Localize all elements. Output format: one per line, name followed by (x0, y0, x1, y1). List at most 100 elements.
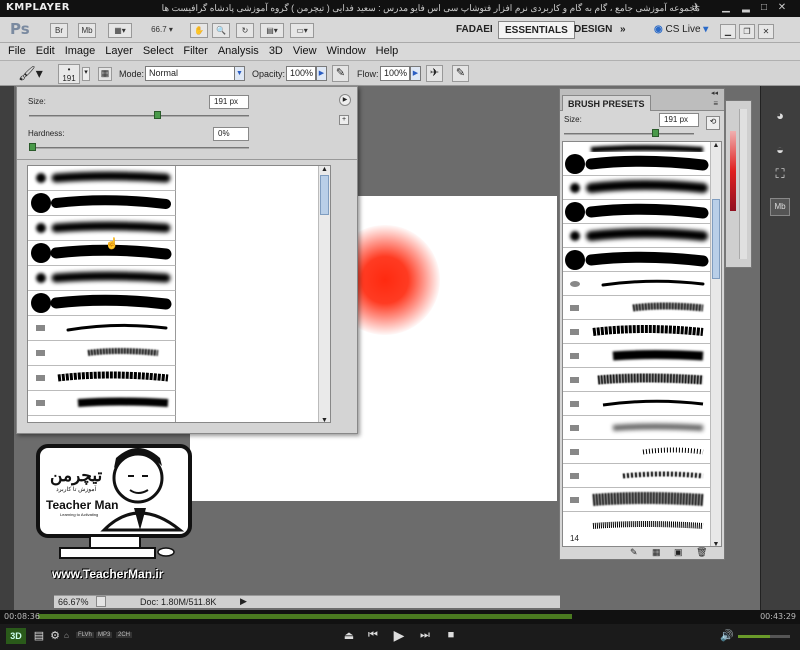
bp-brush-row[interactable] (563, 248, 711, 272)
bp-brush-row[interactable] (563, 320, 711, 344)
picker-hardness-slider-thumb[interactable] (29, 143, 36, 151)
flow-field[interactable]: 100% (380, 66, 410, 81)
menu-window[interactable]: Window (322, 43, 371, 60)
menu-analysis[interactable]: Analysis (213, 43, 264, 60)
capture-label[interactable]: ⌂ (64, 631, 69, 640)
bridge-button[interactable]: Br (50, 23, 68, 38)
toggle-brush-panel-icon[interactable]: ▦ (98, 67, 112, 81)
airbrush-icon[interactable]: ✈ (426, 65, 443, 82)
bp-brush-row[interactable] (563, 176, 711, 200)
bp-brush-row[interactable] (563, 392, 711, 416)
extras-button[interactable]: ▦▾ (108, 23, 132, 38)
bp-delete-brush-icon[interactable]: 🗑 (696, 547, 707, 558)
screen-mode-button[interactable]: ▭▾ (290, 23, 314, 38)
flow-arrow-icon[interactable]: ▶ (410, 66, 421, 81)
status-zoom[interactable]: 66.67% (58, 597, 89, 607)
zoom-level-field[interactable]: 66.7 ▾ (142, 23, 182, 38)
menu-file[interactable]: File (0, 43, 31, 60)
adjustments-panel-icon[interactable]: ◒ (770, 142, 790, 160)
brush-tool-preset-icon[interactable]: 🖌▾ (18, 65, 43, 82)
picker-scroll-up-icon[interactable]: ▲ (319, 166, 330, 173)
play-icon[interactable]: ▶ (392, 627, 406, 644)
bp-brush-row[interactable] (563, 344, 711, 368)
picker-brush-row[interactable] (28, 316, 176, 341)
bp-open-preset-manager-icon[interactable]: ▦ (652, 547, 661, 558)
menu-image[interactable]: Image (60, 43, 101, 60)
bp-list-scrollbar[interactable]: ▲ ▼ (710, 142, 721, 546)
status-menu-arrow-icon[interactable]: ▶ (240, 596, 247, 607)
bp-size-slider-thumb[interactable] (652, 129, 660, 137)
workspace-essentials[interactable]: ESSENTIALS (498, 21, 575, 39)
opacity-arrow-icon[interactable]: ▶ (316, 66, 327, 81)
bp-brush-row[interactable] (563, 488, 711, 512)
eject-icon[interactable]: ⏏ (342, 629, 356, 642)
picker-hardness-slider[interactable] (29, 147, 249, 149)
stop-icon[interactable]: ■ (444, 629, 458, 641)
workspace-design[interactable]: DESIGN (568, 21, 618, 39)
tablet-pressure-size-icon[interactable]: ✎ (452, 65, 469, 82)
menu-filter[interactable]: Filter (178, 43, 212, 60)
picker-size-slider[interactable] (29, 115, 249, 117)
masks-panel-icon[interactable]: ⛶ (770, 166, 790, 184)
bp-brush-row[interactable]: 14 (563, 512, 711, 546)
brand-url[interactable]: www.TeacherMan.ir (52, 567, 163, 581)
bp-scroll-thumb[interactable] (712, 199, 720, 279)
opacity-field[interactable]: 100% (286, 66, 316, 81)
brush-presets-tab[interactable]: BRUSH PRESETS (562, 95, 651, 111)
picker-brush-row[interactable] (28, 216, 176, 241)
bp-brush-row[interactable] (563, 464, 711, 488)
cs-live-button[interactable]: ◉ CS Live ▾ (648, 21, 714, 39)
bp-restore-size-icon[interactable]: ⟲ (706, 116, 720, 130)
pin-icon[interactable]: ✈ (690, 2, 702, 13)
mode-dropdown-arrow-icon[interactable]: ▼ (234, 66, 245, 81)
playlist-icon[interactable]: ▤ (32, 629, 46, 642)
picker-scroll-down-icon[interactable]: ▼ (319, 417, 330, 422)
menu-select[interactable]: Select (138, 43, 179, 60)
next-icon[interactable]: ⏭ (418, 629, 432, 642)
bp-brush-row[interactable] (563, 200, 711, 224)
doc-restore-button[interactable]: ❐ (739, 24, 755, 39)
swatch-reds[interactable] (730, 131, 736, 211)
volume-icon[interactable]: 🔊 (720, 629, 734, 642)
bp-new-brush-icon[interactable]: ▣ (674, 547, 683, 558)
picker-size-slider-thumb[interactable] (153, 111, 161, 119)
menu-edit[interactable]: Edit (31, 43, 60, 60)
rotate-view-button[interactable]: ↻ (236, 23, 254, 38)
mode-select[interactable]: Normal (145, 66, 235, 81)
picker-brush-row[interactable] (28, 341, 176, 366)
bp-scroll-up-icon[interactable]: ▲ (711, 142, 721, 149)
panel-menu-icon[interactable]: ≡ (713, 99, 718, 108)
maximize-icon[interactable]: □ (758, 2, 770, 13)
arrange-documents-button[interactable]: ▤▾ (260, 23, 284, 38)
bp-brush-row[interactable] (563, 440, 711, 464)
bp-brush-row[interactable] (563, 296, 711, 320)
bp-brush-row[interactable] (563, 152, 711, 176)
3d-button[interactable]: 3D (6, 628, 26, 644)
picker-new-preset-icon[interactable]: + (339, 115, 349, 125)
picker-brush-row[interactable] (28, 416, 176, 422)
picker-brush-row[interactable] (28, 266, 176, 291)
doc-minimize-button[interactable]: ▁ (720, 24, 736, 39)
minimize-icon[interactable]: ▁ (720, 2, 732, 13)
menu-3d[interactable]: 3D (264, 43, 288, 60)
brush-picker-arrow-icon[interactable]: ▾ (82, 67, 90, 81)
bp-brush-row[interactable] (563, 224, 711, 248)
menu-help[interactable]: Help (371, 43, 404, 60)
picker-brush-row[interactable] (28, 391, 176, 416)
swatches-scrollbar[interactable] (739, 109, 747, 259)
more-workspaces-icon[interactable]: » (614, 21, 632, 39)
picker-hardness-field[interactable]: 0% (213, 127, 249, 141)
picker-flyout-menu-icon[interactable]: ▶ (339, 94, 351, 106)
panel-collapse-icon[interactable]: ◂◂ (711, 89, 718, 97)
settings-gear-icon[interactable]: ⚙ (48, 629, 62, 642)
bp-toggle-brush-panel-icon[interactable]: ✎ (630, 547, 638, 558)
menu-view[interactable]: View (288, 43, 322, 60)
bp-size-field[interactable]: 191 px (659, 113, 699, 127)
picker-brush-row[interactable] (28, 166, 176, 191)
brush-picker-button[interactable]: • 191 (58, 64, 80, 84)
picker-brush-row[interactable] (28, 191, 176, 216)
picker-brush-row[interactable] (28, 291, 176, 316)
menu-layer[interactable]: Layer (100, 43, 138, 60)
tablet-pressure-opacity-icon[interactable]: ✎ (332, 65, 349, 82)
color-panel-icon[interactable]: ◕ (770, 108, 790, 126)
